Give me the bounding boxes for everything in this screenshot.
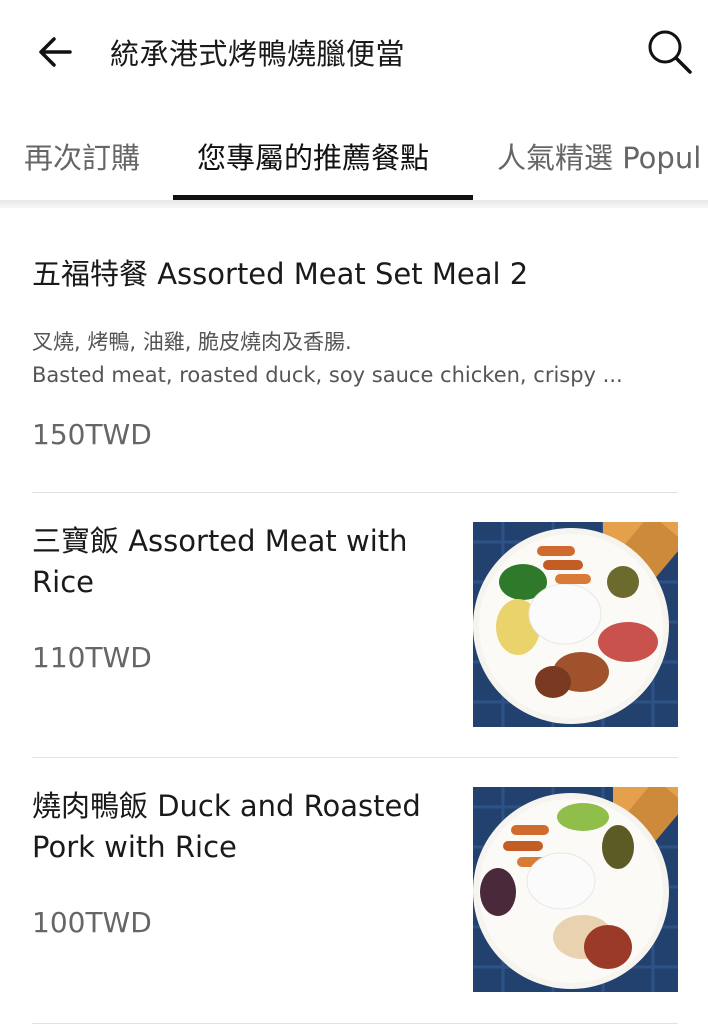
tab-popular[interactable]: 人氣精選 Popul — [497, 135, 701, 177]
back-button[interactable] — [34, 30, 78, 74]
item-name-line1: 燒肉鴨飯 Duck and Roasted — [32, 789, 421, 823]
category-tabs: 再次訂購 您專屬的推薦餐點 人氣精選 Popul — [0, 105, 708, 201]
item-price: 110TWD — [32, 641, 152, 674]
tabs-divider — [0, 200, 708, 208]
tab-reorder[interactable]: 再次訂購 — [24, 135, 140, 177]
item-price: 100TWD — [32, 906, 152, 939]
item-name-line2: Rice — [32, 565, 94, 599]
item-photo — [473, 787, 678, 992]
menu-item-assorted-meat-rice[interactable]: 三寶飯 Assorted Meat with Rice 110TWD — [0, 493, 708, 757]
store-title: 統承港式烤鴨燒臘便當 — [110, 37, 406, 71]
item-description-en: Basted meat, roasted duck, soy sauce chi… — [32, 363, 623, 387]
menu-item-assorted-meat-set-meal[interactable]: 五福特餐 Assorted Meat Set Meal 2 叉燒, 烤鴨, 油雞… — [0, 208, 708, 493]
magnifier-icon — [648, 30, 692, 74]
menu-item-duck-roasted-pork-rice[interactable]: 燒肉鴨飯 Duck and Roasted Pork with Rice 100… — [0, 758, 708, 1023]
arrow-left-icon — [39, 37, 72, 67]
item-name-line1: 三寶飯 Assorted Meat with — [32, 524, 408, 558]
item-description-zh: 叉燒, 烤鴨, 油雞, 脆皮燒肉及香腸. — [32, 330, 352, 354]
rice-plate-image — [473, 522, 678, 727]
item-name: 五福特餐 Assorted Meat Set Meal 2 — [32, 257, 529, 291]
tab-recommended[interactable]: 您專屬的推薦餐點 — [197, 135, 429, 177]
item-name-line2: Pork with Rice — [32, 830, 237, 864]
search-button[interactable] — [644, 26, 694, 76]
item-photo — [473, 522, 678, 727]
rice-plate-image — [473, 787, 678, 992]
top-bar: 統承港式烤鴨燒臘便當 — [0, 0, 708, 105]
item-price: 150TWD — [32, 418, 152, 451]
